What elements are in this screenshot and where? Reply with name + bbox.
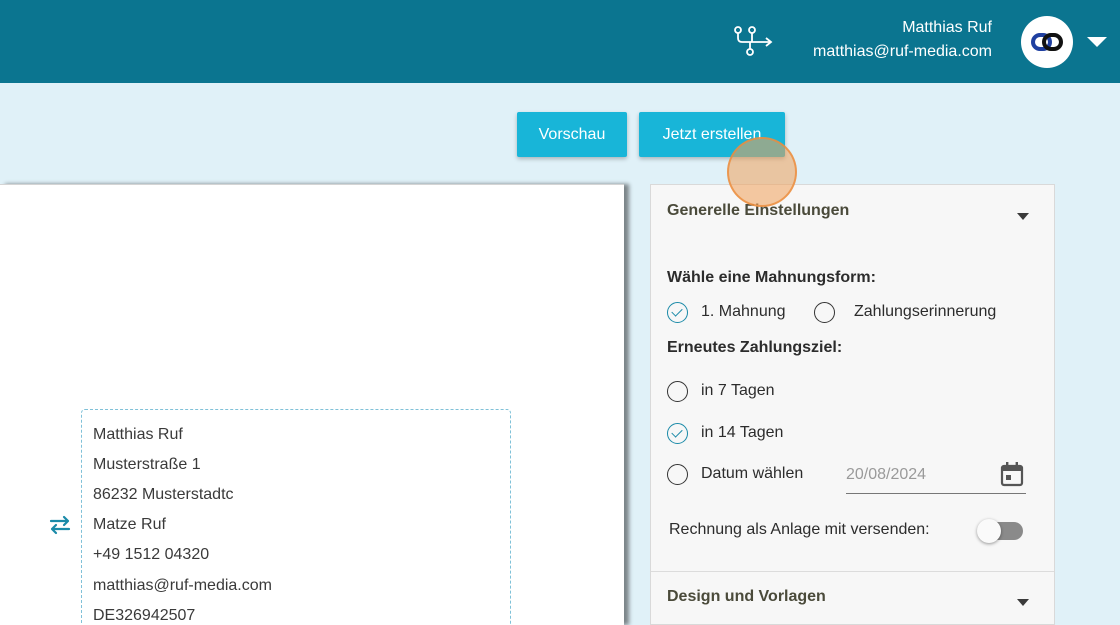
radio-custom-date[interactable] (667, 464, 688, 485)
swap-arrows-icon[interactable] (48, 513, 72, 537)
radio-payment-reminder[interactable] (814, 302, 835, 323)
radio-first-reminder-label[interactable]: 1. Mahnung (701, 303, 786, 321)
caret-down-icon[interactable] (1087, 37, 1107, 47)
chevron-down-icon[interactable] (1017, 599, 1029, 606)
recipient-address-box[interactable]: Matthias Ruf Musterstraße 1 86232 Muster… (81, 409, 511, 625)
calendar-icon[interactable] (1000, 461, 1024, 487)
radio-first-reminder[interactable] (667, 302, 688, 323)
address-name: Matthias Ruf (93, 426, 183, 443)
radio-7-days-label[interactable]: in 7 Tagen (701, 382, 775, 400)
toggle-knob (977, 519, 1001, 543)
radio-14-days-label[interactable]: in 14 Tagen (701, 424, 783, 442)
date-input-value: 20/08/2024 (846, 466, 927, 483)
document-preview: Matthias Ruf Musterstraße 1 86232 Muster… (0, 184, 624, 625)
user-email: matthias@ruf-media.com (813, 43, 992, 60)
general-settings-title[interactable]: Generelle Einstellungen (667, 202, 849, 220)
address-street: Musterstraße 1 (93, 456, 201, 473)
link-icon (1031, 33, 1063, 51)
section-divider (651, 571, 1054, 572)
design-templates-title[interactable]: Design und Vorlagen (667, 588, 826, 606)
settings-panel: Generelle Einstellungen Wähle eine Mahnu… (650, 184, 1055, 625)
address-phone: +49 1512 04320 (93, 546, 210, 563)
radio-7-days[interactable] (667, 381, 688, 402)
avatar[interactable] (1021, 16, 1073, 68)
attach-invoice-label: Rechnung als Anlage mit versenden: (669, 521, 930, 538)
radio-14-days[interactable] (667, 423, 688, 444)
workflow-icon[interactable] (732, 24, 774, 58)
user-name: Matthias Ruf (902, 19, 992, 36)
due-date-label: Erneutes Zahlungsziel: (667, 339, 843, 356)
chevron-down-icon[interactable] (1017, 213, 1029, 220)
radio-payment-reminder-label[interactable]: Zahlungserinnerung (854, 303, 996, 321)
date-input[interactable]: 20/08/2024 (846, 458, 1026, 494)
address-contact: Matze Ruf (93, 516, 166, 533)
reminder-type-label: Wähle eine Mahnungsform: (667, 269, 876, 286)
attach-invoice-toggle[interactable] (977, 519, 1023, 543)
app-header: Matthias Ruf matthias@ruf-media.com (0, 0, 1120, 83)
radio-custom-date-label[interactable]: Datum wählen (701, 465, 803, 483)
preview-button[interactable]: Vorschau (517, 112, 627, 157)
address-email: matthias@ruf-media.com (93, 577, 272, 594)
address-city: 86232 Musterstadtc (93, 486, 234, 503)
create-now-button[interactable]: Jetzt erstellen (639, 112, 785, 157)
address-vat-id: DE326942507 (93, 607, 196, 624)
